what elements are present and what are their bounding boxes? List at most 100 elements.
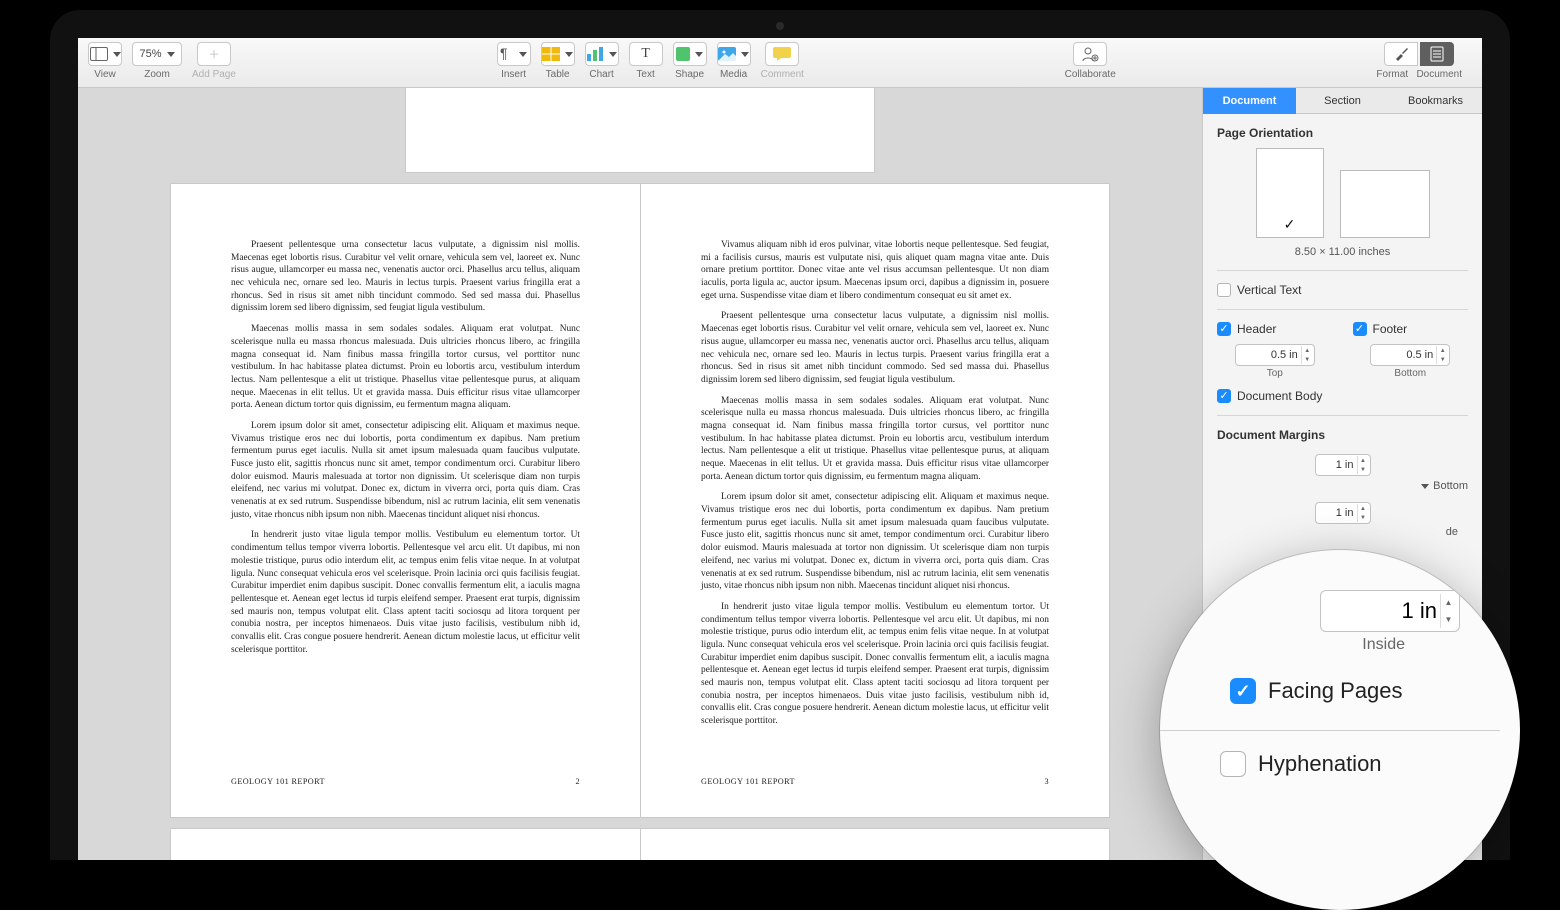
document-body-checkbox[interactable] xyxy=(1217,389,1231,403)
inside-margin-value: 1 in xyxy=(1402,598,1437,624)
chevron-down-icon xyxy=(1421,484,1429,489)
facing-pages-checkbox[interactable] xyxy=(1230,678,1256,704)
chevron-down-icon xyxy=(519,52,527,57)
footer-title: GEOLOGY 101 REPORT xyxy=(231,776,325,787)
hyphenation-checkbox[interactable] xyxy=(1220,751,1246,777)
inspector-panel: Page Orientation 8.50 × 11.00 inches Ver… xyxy=(1203,114,1482,550)
insert-button[interactable]: ¶ xyxy=(497,42,531,66)
paragraph: Vivamus aliquam nibh id eros pulvinar, v… xyxy=(701,239,1049,302)
orientation-portrait[interactable] xyxy=(1256,148,1324,238)
header-top-value: 0.5 in xyxy=(1271,349,1298,361)
text-button[interactable]: T xyxy=(629,42,663,66)
page-size-label: 8.50 × 11.00 inches xyxy=(1217,246,1468,258)
tab-section[interactable]: Section xyxy=(1296,88,1389,114)
table-button[interactable] xyxy=(541,42,575,66)
media-label: Media xyxy=(720,69,747,80)
page-right: Vivamus aliquam nibh id eros pulvinar, v… xyxy=(640,183,1110,818)
add-page-button[interactable]: ＋ xyxy=(197,42,231,66)
inside-label: Inside xyxy=(1362,636,1405,654)
document-canvas[interactable]: Praesent pellentesque urna consectetur l… xyxy=(78,88,1202,860)
shape-button[interactable] xyxy=(673,42,707,66)
margin-stepper-2[interactable]: 1 in ▲▼ xyxy=(1315,502,1371,524)
page-orientation-title: Page Orientation xyxy=(1217,126,1468,140)
orientation-landscape[interactable] xyxy=(1340,170,1430,238)
view-icon xyxy=(90,47,108,61)
collaborate-button[interactable] xyxy=(1073,42,1107,66)
divider xyxy=(1217,309,1468,310)
page-number: 3 xyxy=(1044,776,1049,787)
document-button[interactable] xyxy=(1420,42,1454,66)
tab-document[interactable]: Document xyxy=(1203,88,1296,114)
bottom-sublabel: Bottom xyxy=(1353,368,1469,379)
chevron-down-icon xyxy=(167,52,175,57)
paragraph: Praesent pellentesque urna consectetur l… xyxy=(231,239,580,315)
footer-checkbox[interactable] xyxy=(1353,322,1367,336)
shape-icon xyxy=(676,47,690,61)
table-icon xyxy=(542,47,560,61)
footer-bottom-value: 0.5 in xyxy=(1406,349,1433,361)
chart-button[interactable] xyxy=(585,42,619,66)
divider xyxy=(1217,415,1468,416)
footer-title: GEOLOGY 101 REPORT xyxy=(701,776,795,787)
comment-button[interactable] xyxy=(765,42,799,66)
paragraph: Lorem ipsum dolor sit amet, consectetur … xyxy=(701,491,1049,593)
zoom-dropdown[interactable]: 75% xyxy=(132,42,182,66)
footer-bottom-stepper[interactable]: 0.5 in ▲▼ xyxy=(1370,344,1450,366)
divider xyxy=(1160,730,1500,731)
chevron-down-icon xyxy=(113,52,121,57)
document-margins-title: Document Margins xyxy=(1217,428,1468,442)
divider xyxy=(1217,270,1468,271)
page-footer: GEOLOGY 101 REPORT 2 xyxy=(231,766,580,787)
toolbar: View 75% Zoom ＋ Add Page ¶ xyxy=(78,38,1482,88)
vertical-text-label: Vertical Text xyxy=(1237,283,1301,297)
margin-bottom-label: Bottom xyxy=(1433,480,1468,492)
next-page-left xyxy=(170,828,640,860)
inspector-tabs: Document Section Bookmarks xyxy=(1203,88,1482,114)
view-label: View xyxy=(94,69,116,80)
zoom-value: 75% xyxy=(139,48,161,60)
format-document-labels: Format Document xyxy=(1376,69,1462,80)
chevron-down-icon xyxy=(741,52,749,57)
document-icon xyxy=(1430,46,1444,62)
collaborate-icon xyxy=(1081,46,1099,62)
chevron-down-icon xyxy=(609,52,617,57)
magnifier-overlay: 1 in ▲▼ Inside Facing Pages Hyphenation xyxy=(1160,550,1520,910)
margin-de-label: de xyxy=(1217,526,1468,538)
view-button[interactable] xyxy=(88,42,122,66)
top-sublabel: Top xyxy=(1217,368,1333,379)
paragraph: In hendrerit justo vitae ligula tempor m… xyxy=(701,601,1049,728)
hyphenation-label: Hyphenation xyxy=(1258,751,1382,777)
paragraph: Praesent pellentesque urna consectetur l… xyxy=(701,310,1049,386)
header-checkbox[interactable] xyxy=(1217,322,1231,336)
chart-icon xyxy=(586,47,604,61)
format-button[interactable] xyxy=(1384,42,1418,66)
camera-dot xyxy=(776,22,784,30)
tab-bookmarks[interactable]: Bookmarks xyxy=(1389,88,1482,114)
page-spread: Praesent pellentesque urna consectetur l… xyxy=(90,183,1190,818)
collaborate-label: Collaborate xyxy=(1065,69,1116,80)
paragraph-icon: ¶ xyxy=(500,46,514,62)
vertical-text-checkbox[interactable] xyxy=(1217,283,1231,297)
next-page-right xyxy=(640,828,1110,860)
zoom-label: Zoom xyxy=(144,69,170,80)
header-top-stepper[interactable]: 0.5 in ▲▼ xyxy=(1235,344,1315,366)
inside-margin-stepper[interactable]: 1 in ▲▼ xyxy=(1320,590,1460,632)
text-label: Text xyxy=(636,69,654,80)
prev-page-bottom xyxy=(405,88,875,173)
svg-text:¶: ¶ xyxy=(500,46,508,61)
insert-label: Insert xyxy=(501,69,526,80)
media-button[interactable] xyxy=(717,42,751,66)
table-label: Table xyxy=(546,69,570,80)
media-icon xyxy=(718,47,736,61)
header-label: Header xyxy=(1237,322,1276,336)
comment-label: Comment xyxy=(761,69,804,80)
margin-stepper-1[interactable]: 1 in ▲▼ xyxy=(1315,454,1371,476)
add-page-label: Add Page xyxy=(192,69,236,80)
margin-value: 1 in xyxy=(1336,459,1354,471)
paragraph: Maecenas mollis massa in sem sodales sod… xyxy=(231,323,580,412)
chevron-down-icon xyxy=(565,52,573,57)
comment-icon xyxy=(773,47,791,61)
margin-value: 1 in xyxy=(1336,507,1354,519)
orientation-chooser xyxy=(1217,148,1468,238)
paragraph: Maecenas mollis massa in sem sodales sod… xyxy=(701,395,1049,484)
